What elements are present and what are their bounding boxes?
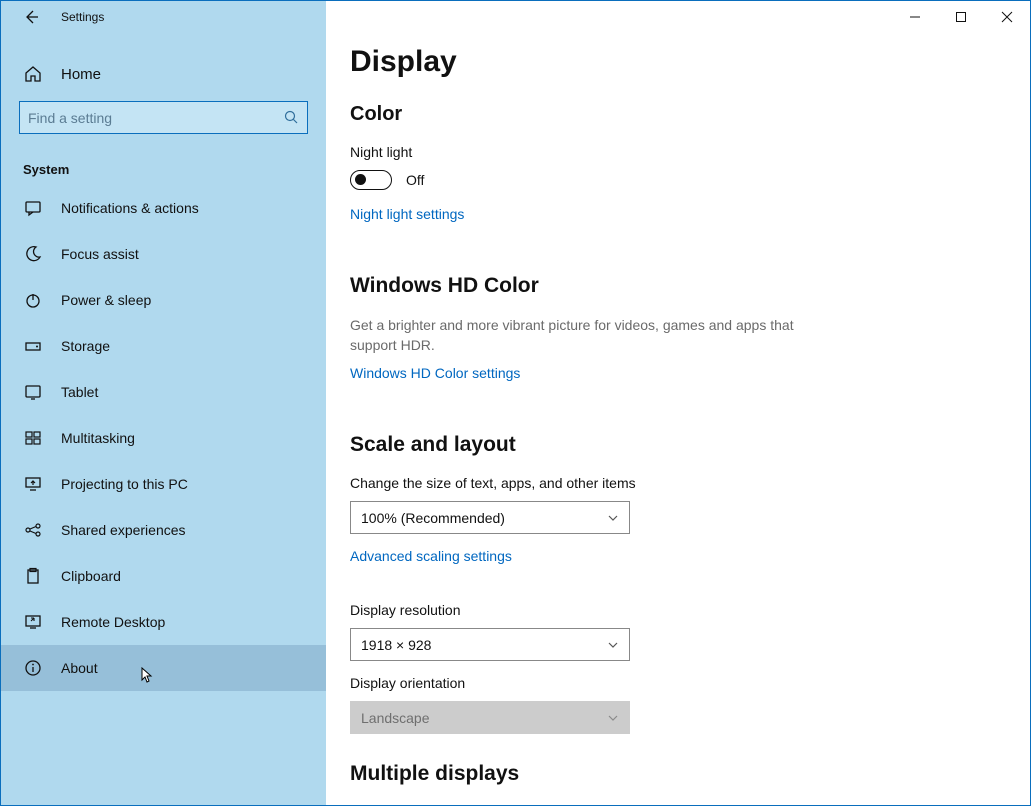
sidebar-item-label: Focus assist bbox=[61, 246, 139, 262]
sidebar-category: System bbox=[1, 134, 326, 185]
mouse-cursor-icon bbox=[137, 667, 153, 687]
storage-icon bbox=[23, 337, 43, 355]
minimize-button[interactable] bbox=[892, 1, 938, 33]
sidebar-item-focus-assist[interactable]: Focus assist bbox=[1, 231, 326, 277]
advanced-scaling-link[interactable]: Advanced scaling settings bbox=[350, 548, 512, 564]
home-button[interactable]: Home bbox=[1, 39, 326, 83]
section-hd-color: Windows HD Color Get a brighter and more… bbox=[350, 274, 1006, 405]
text-size-label: Change the size of text, apps, and other… bbox=[350, 475, 1006, 491]
window-controls bbox=[892, 1, 1030, 33]
sidebar-item-power-sleep[interactable]: Power & sleep bbox=[1, 277, 326, 323]
sidebar: Settings Home System Notifications & act… bbox=[1, 1, 326, 805]
sidebar-item-projecting[interactable]: Projecting to this PC bbox=[1, 461, 326, 507]
chevron-down-icon bbox=[607, 512, 619, 524]
search-input[interactable] bbox=[28, 110, 284, 126]
sidebar-item-shared-experiences[interactable]: Shared experiences bbox=[1, 507, 326, 553]
power-icon bbox=[23, 291, 43, 309]
clipboard-icon bbox=[23, 567, 43, 585]
resolution-label: Display resolution bbox=[350, 602, 1006, 618]
window-title: Settings bbox=[61, 10, 104, 24]
search-input-container[interactable] bbox=[19, 101, 308, 134]
resolution-value: 1918 × 928 bbox=[361, 637, 431, 653]
section-color: Color Night light Off Night light settin… bbox=[350, 103, 1006, 246]
resolution-dropdown[interactable]: 1918 × 928 bbox=[350, 628, 630, 661]
sidebar-item-label: Storage bbox=[61, 338, 110, 354]
night-light-settings-link[interactable]: Night light settings bbox=[350, 206, 464, 222]
orientation-value: Landscape bbox=[361, 710, 430, 726]
text-size-value: 100% (Recommended) bbox=[361, 510, 505, 526]
sidebar-item-label: Multitasking bbox=[61, 430, 135, 446]
orientation-dropdown: Landscape bbox=[350, 701, 630, 734]
section-heading-hdcolor: Windows HD Color bbox=[350, 274, 1006, 298]
remote-desktop-icon bbox=[23, 613, 43, 631]
sidebar-item-label: Remote Desktop bbox=[61, 614, 165, 630]
sidebar-item-remote-desktop[interactable]: Remote Desktop bbox=[1, 599, 326, 645]
sidebar-item-clipboard[interactable]: Clipboard bbox=[1, 553, 326, 599]
search-icon bbox=[284, 110, 299, 125]
sidebar-item-label: Tablet bbox=[61, 384, 98, 400]
section-heading-color: Color bbox=[350, 103, 1006, 126]
shared-icon bbox=[23, 521, 43, 539]
moon-icon bbox=[23, 245, 43, 263]
hdcolor-settings-link[interactable]: Windows HD Color settings bbox=[350, 365, 520, 381]
sidebar-item-tablet[interactable]: Tablet bbox=[1, 369, 326, 415]
message-icon bbox=[23, 199, 43, 217]
text-size-dropdown[interactable]: 100% (Recommended) bbox=[350, 501, 630, 534]
sidebar-item-label: Notifications & actions bbox=[61, 200, 199, 216]
sidebar-item-label: Shared experiences bbox=[61, 522, 186, 538]
info-icon bbox=[23, 659, 43, 677]
sidebar-item-about[interactable]: About bbox=[1, 645, 326, 691]
chevron-down-icon bbox=[607, 712, 619, 724]
section-scale-layout: Scale and layout Change the size of text… bbox=[350, 433, 1006, 734]
back-button[interactable] bbox=[23, 9, 39, 25]
projecting-icon bbox=[23, 475, 43, 493]
maximize-button[interactable] bbox=[938, 1, 984, 33]
sidebar-item-label: About bbox=[61, 660, 98, 676]
main-content: Display Color Night light Off Night ligh… bbox=[326, 1, 1030, 805]
night-light-label: Night light bbox=[350, 144, 1006, 160]
night-light-toggle[interactable] bbox=[350, 170, 392, 190]
sidebar-item-label: Projecting to this PC bbox=[61, 476, 188, 492]
sidebar-item-label: Power & sleep bbox=[61, 292, 151, 308]
night-light-state: Off bbox=[406, 172, 424, 188]
page-title: Display bbox=[350, 45, 1006, 79]
sidebar-item-multitasking[interactable]: Multitasking bbox=[1, 415, 326, 461]
home-icon bbox=[23, 65, 43, 83]
section-heading-multiple-displays: Multiple displays bbox=[350, 762, 1006, 786]
home-label: Home bbox=[61, 66, 101, 83]
sidebar-nav: Notifications & actions Focus assist Pow… bbox=[1, 185, 326, 691]
hdcolor-description: Get a brighter and more vibrant picture … bbox=[350, 316, 810, 355]
sidebar-item-notifications[interactable]: Notifications & actions bbox=[1, 185, 326, 231]
sidebar-item-label: Clipboard bbox=[61, 568, 121, 584]
tablet-icon bbox=[23, 383, 43, 401]
close-button[interactable] bbox=[984, 1, 1030, 33]
chevron-down-icon bbox=[607, 639, 619, 651]
orientation-label: Display orientation bbox=[350, 675, 1006, 691]
section-heading-scale: Scale and layout bbox=[350, 433, 1006, 457]
sidebar-item-storage[interactable]: Storage bbox=[1, 323, 326, 369]
multitasking-icon bbox=[23, 429, 43, 447]
